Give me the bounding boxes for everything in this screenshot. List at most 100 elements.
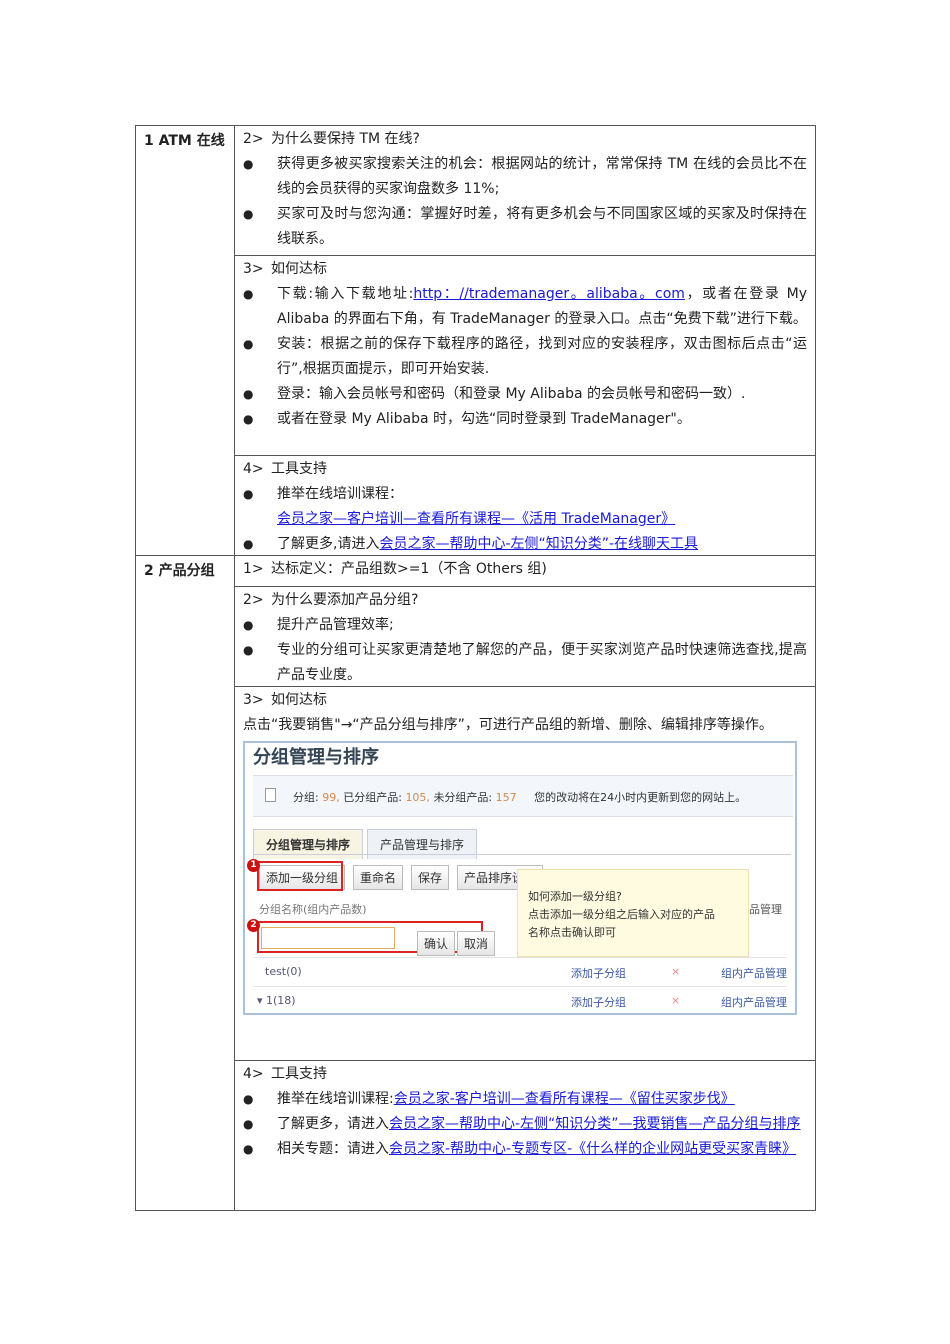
group-name[interactable]: ▾ 1(18) xyxy=(257,994,296,1007)
cell-tools: 4> 工具支持 ● 推举在线培训课程： 会员之家—客户培训—查看所有课程—《活用 Tr… xyxy=(235,455,815,555)
cell-heading: 为什么要保持 TM 在线? xyxy=(271,131,420,147)
group-name-input[interactable] xyxy=(261,927,395,949)
step-number: 3> xyxy=(243,261,264,277)
manage-products-link[interactable]: 组内产品管理 xyxy=(721,994,787,1010)
cell-heading: 如何达标 xyxy=(271,261,327,277)
bullet-text: 买家可及时与您沟通：掌握好时差，将有更多机会与不同国家区域的买家及时保持在线联系… xyxy=(277,206,807,247)
bullet-item: ● 提升产品管理效率; xyxy=(243,613,807,638)
info-value: 99, xyxy=(322,791,340,804)
training-course-link[interactable]: 会员之家-客户培训—查看所有课程—《留住买家步伐》 xyxy=(394,1091,735,1107)
bullet-text: 了解更多,请进入 xyxy=(277,536,380,552)
cell-definition: 1> 达标定义：产品组数>=1（不含 Others 组) xyxy=(235,556,815,586)
bullet-item: ● 获得更多被买家搜索关注的机会：根据网站的统计，常常保持 TM 在线的会员比不在… xyxy=(243,152,807,202)
group-name[interactable]: test(0) xyxy=(265,965,302,978)
step-number: 4> xyxy=(243,1066,264,1082)
tooltip-title: 如何添加一级分组? xyxy=(528,890,622,903)
bullet-item: ● 专业的分组可让买家更清楚地了解您的产品，便于买家浏览产品时快速筛选查找,提高产… xyxy=(243,638,807,688)
tooltip-body: 点击添加一级分组之后输入对应的产品名称点击确认即可 xyxy=(528,908,715,939)
group-row: ▾ 1(18) 添加子分组 × 组内产品管理 xyxy=(253,986,787,1014)
training-course-link[interactable]: 会员之家—客户培训—查看所有课程—《活用 TradeManager》 xyxy=(277,511,675,527)
bullet-text: 下载:输入下载地址: xyxy=(277,286,414,302)
bullet-text: 或者在登录 My Alibaba 时，勾选“同时登录到 TradeManager… xyxy=(277,411,691,427)
bullet-icon: ● xyxy=(243,287,254,301)
step-badge: 1 xyxy=(247,859,260,872)
bullet-item: ● 了解更多，请进入会员之家—帮助中心-左侧“知识分类”—我要销售—产品分组与排序 xyxy=(243,1112,807,1137)
bullet-icon: ● xyxy=(243,412,254,426)
help-center-link[interactable]: 会员之家—帮助中心-左侧“知识分类”-在线聊天工具 xyxy=(379,536,698,552)
column-header-manage: 品管理 xyxy=(749,903,782,916)
bullet-text: 安装：根据之前的保存下载程序的路径，找到对应的安装程序，双击图标后点击“运行”,… xyxy=(277,336,807,377)
manage-products-link[interactable]: 组内产品管理 xyxy=(721,965,787,981)
cell-heading: 达标定义：产品组数>=1（不含 Others 组) xyxy=(271,561,547,577)
bullet-item: ● 安装：根据之前的保存下载程序的路径，找到对应的安装程序，双击图标后点击“运行”… xyxy=(243,332,807,382)
cell-how-to: 3> 如何达标 ● 下载:输入下载地址:http：//trademanager。al… xyxy=(235,255,815,455)
bullet-item: ● 推举在线培训课程： 会员之家—客户培训—查看所有课程—《活用 TradeMana… xyxy=(243,482,807,532)
group-row: test(0) 添加子分组 × 组内产品管理 xyxy=(253,957,787,985)
bullet-icon: ● xyxy=(243,487,254,501)
divider xyxy=(253,854,791,855)
add-subgroup-link[interactable]: 添加子分组 xyxy=(571,965,626,981)
bullet-item: ● 了解更多,请进入会员之家—帮助中心-左侧“知识分类”-在线聊天工具 xyxy=(243,532,807,557)
step-number: 4> xyxy=(243,461,264,477)
cancel-button[interactable]: 取消 xyxy=(457,931,496,956)
bullet-text: 获得更多被买家搜索关注的机会：根据网站的统计，常常保持 TM 在线的会员比不在线… xyxy=(277,156,807,197)
bullet-text: 推举在线培训课程： xyxy=(277,486,403,502)
bullet-icon: ● xyxy=(243,387,254,401)
bullet-text: 提升产品管理效率; xyxy=(277,617,394,633)
bullet-text: 登录：输入会员帐号和密码（和登录 My Alibaba 的会员帐号和密码一致）. xyxy=(277,386,746,402)
bullet-icon: ● xyxy=(243,1142,254,1156)
bullet-item: ● 买家可及时与您沟通：掌握好时差，将有更多机会与不同国家区域的买家及时保持在线联… xyxy=(243,202,807,252)
screenshot-group-management: 分组管理与排序 分组: 99, 已分组产品: 105, 未分组产品: 157 您… xyxy=(243,741,797,1015)
bullet-icon: ● xyxy=(243,643,254,657)
rename-button[interactable]: 重命名 xyxy=(353,865,404,890)
section-atm-online: 1 ATM 在线 2> 为什么要保持 TM 在线? ● 获得更多被买家搜索关注的机会… xyxy=(136,126,815,555)
bullet-text: 了解更多，请进入 xyxy=(277,1116,389,1132)
step-badge: 2 xyxy=(247,919,260,932)
cell-heading: 工具支持 xyxy=(271,1066,327,1082)
step-number: 2> xyxy=(243,131,264,147)
info-note: 您的改动将在24小时内更新到您的网站上。 xyxy=(534,791,747,804)
bullet-icon: ● xyxy=(243,1117,254,1131)
bullet-icon: ● xyxy=(243,618,254,632)
column-header: 分组名称(组内产品数) xyxy=(259,903,367,916)
help-tooltip: 如何添加一级分组? 点击添加一级分组之后输入对应的产品名称点击确认即可 xyxy=(517,869,749,957)
info-value: 157 xyxy=(495,791,517,804)
confirm-button[interactable]: 确认 xyxy=(417,931,456,956)
cell-heading: 如何达标 xyxy=(271,692,327,708)
section-product-groups: 2 产品分组 1> 达标定义：产品组数>=1（不含 Others 组) 2> 为什么… xyxy=(136,555,815,1210)
cell-heading: 为什么要添加产品分组? xyxy=(271,592,419,608)
cell-how-to-groups: 3> 如何达标 点击“我要销售"→“产品分组与排序”，可进行产品组的新增、删除、编… xyxy=(235,686,815,1060)
step-number: 3> xyxy=(243,692,264,708)
info-value: 105, xyxy=(405,791,430,804)
save-button[interactable]: 保存 xyxy=(411,865,450,890)
info-label: 未分组产品: xyxy=(433,791,493,804)
topic-link[interactable]: 会员之家-帮助中心-专题专区-《什么样的企业网站更受买家青睐》 xyxy=(389,1141,796,1157)
bullet-text: 专业的分组可让买家更清楚地了解您的产品，便于买家浏览产品时快速筛选查找,提高产品… xyxy=(277,642,807,683)
bullet-text: 推举在线培训课程: xyxy=(277,1091,394,1107)
delete-icon[interactable]: × xyxy=(671,965,680,978)
delete-icon[interactable]: × xyxy=(671,994,680,1007)
bullet-item: ● 登录：输入会员帐号和密码（和登录 My Alibaba 的会员帐号和密码一致）… xyxy=(243,382,807,407)
instruction-paragraph: 点击“我要销售"→“产品分组与排序”，可进行产品组的新增、删除、编辑排序等操作。 xyxy=(243,717,773,733)
bullet-item: ● 或者在登录 My Alibaba 时，勾选“同时登录到 TradeManage… xyxy=(243,407,807,432)
step-number: 1> xyxy=(243,561,264,577)
cell-why-online: 2> 为什么要保持 TM 在线? ● 获得更多被买家搜索关注的机会：根据网站的统计，… xyxy=(235,126,815,255)
bullet-item: ● 下载:输入下载地址:http：//trademanager。alibaba。c… xyxy=(243,282,807,332)
cell-tools-groups: 4> 工具支持 ● 推举在线培训课程:会员之家-客户培训—查看所有课程—《留住买家步… xyxy=(235,1060,815,1210)
screenshot-title: 分组管理与排序 xyxy=(253,747,379,768)
info-bar: 分组: 99, 已分组产品: 105, 未分组产品: 157 您的改动将在24小… xyxy=(253,775,793,817)
content-table: 1 ATM 在线 2> 为什么要保持 TM 在线? ● 获得更多被买家搜索关注的机会… xyxy=(135,125,816,1211)
help-center-link[interactable]: 会员之家—帮助中心-左侧“知识分类”—我要销售—产品分组与排序 xyxy=(389,1116,801,1132)
step-number: 2> xyxy=(243,592,264,608)
bullet-item: ● 推举在线培训课程:会员之家-客户培训—查看所有课程—《留住买家步伐》 xyxy=(243,1087,807,1112)
info-label: 已分组产品: xyxy=(343,791,402,804)
info-label: 分组: xyxy=(293,791,319,804)
cell-why-groups: 2> 为什么要添加产品分组? ● 提升产品管理效率; ● 专业的分组可让买家更清楚地了… xyxy=(235,586,815,686)
section-label: 1 ATM 在线 xyxy=(136,126,235,555)
bullet-icon: ● xyxy=(243,207,254,221)
cell-heading: 工具支持 xyxy=(271,461,327,477)
section-label: 2 产品分组 xyxy=(136,556,235,1210)
add-subgroup-link[interactable]: 添加子分组 xyxy=(571,994,626,1010)
download-link[interactable]: http：//trademanager。alibaba。com xyxy=(413,286,685,302)
highlight-box xyxy=(257,861,343,891)
